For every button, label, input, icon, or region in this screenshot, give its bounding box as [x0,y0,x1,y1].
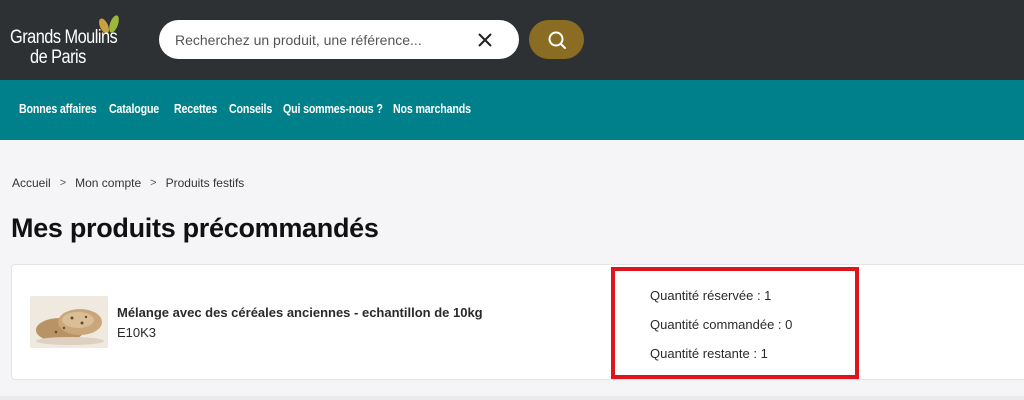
nav-item-nos-marchands[interactable]: Nos marchands [393,101,471,119]
nav-item-conseils[interactable]: Conseils [229,101,272,119]
breadcrumb-item-accueil[interactable]: Accueil [12,176,51,190]
breadcrumb-separator: > [150,177,157,189]
breadcrumb-item-mon-compte[interactable]: Mon compte [75,176,141,190]
search-box [159,20,519,59]
product-name[interactable]: Mélange avec des céréales anciennes - ec… [117,305,483,320]
breadcrumb-separator: > [59,177,67,189]
product-reference: E10K3 [117,325,157,340]
search-icon [548,31,566,49]
clear-search-button[interactable] [474,29,496,51]
bread-image [30,296,108,348]
logo-text-line1: Grands Moulins [10,27,118,48]
nav-item-bonnes-affaires[interactable]: Bonnes affaires [19,101,97,119]
nav-item-catalogue[interactable]: Catalogue [109,101,159,119]
breadcrumb-item-produits-festifs: Produits festifs [165,176,245,190]
site-logo[interactable]: Grands Moulins de Paris [10,14,130,68]
product-image[interactable] [30,296,108,348]
search-button[interactable] [529,20,584,59]
close-icon [478,33,492,47]
highlight-box [611,267,859,379]
page-title: Mes produits précommandés [11,213,379,243]
breadcrumb: Accueil > Mon compte > Produits festifs [12,176,244,190]
nav-item-recettes[interactable]: Recettes [174,101,217,119]
nav-item-qui-sommes-nous[interactable]: Qui sommes-nous ? [283,101,383,119]
product-card [11,264,1024,380]
search-input[interactable] [175,20,475,59]
logo-text-line2: de Paris [30,47,86,68]
section-divider [0,396,1024,400]
